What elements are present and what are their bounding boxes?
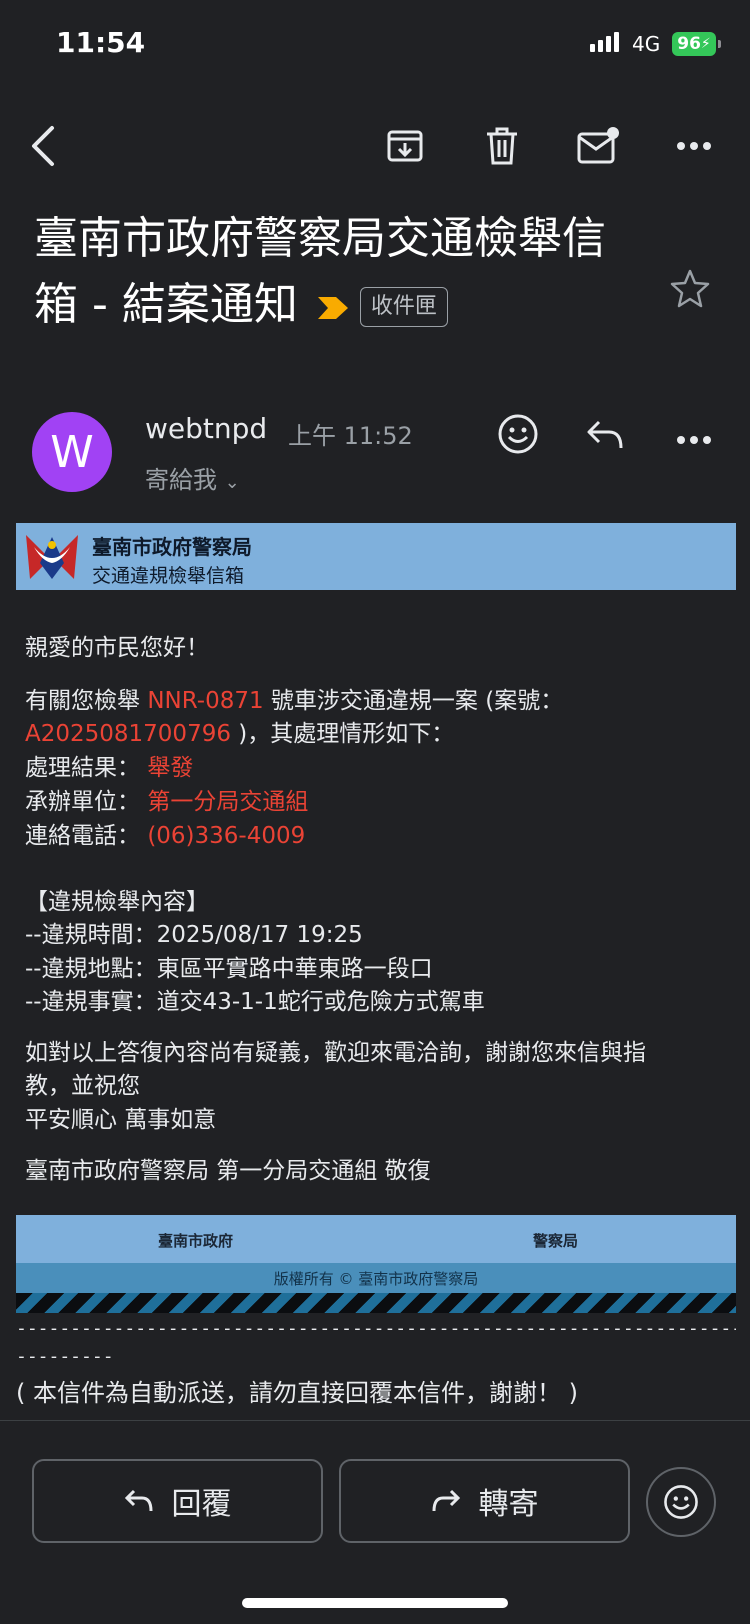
email-subject: 臺南市政府警察局交通檢舉信箱 - 結案通知 收件匣	[34, 206, 634, 340]
closing-line-2: 教，並祝您	[25, 1073, 140, 1099]
archive-icon	[387, 130, 423, 162]
react-emoji-button[interactable]	[646, 1467, 716, 1537]
section-title: 【違規檢舉內容】	[25, 889, 209, 915]
status-time: 11:54	[56, 26, 146, 59]
mark-unread-button[interactable]	[570, 118, 626, 174]
sent-time: 上午 11:52	[288, 422, 413, 450]
separator-line-1: ----------------------------------------…	[16, 1318, 736, 1339]
charging-bolt-icon: ⚡	[700, 36, 711, 52]
greeting: 親愛的市民您好！	[25, 635, 209, 661]
email-header-banner: 臺南市政府警察局 交通違規檢舉信箱	[16, 523, 736, 590]
back-button[interactable]	[16, 118, 72, 174]
intro-post: )，其處理情形如下：	[230, 721, 455, 747]
banner-subtitle: 交通違規檢舉信箱	[92, 565, 245, 587]
forward-icon	[432, 1489, 460, 1512]
important-marker-icon[interactable]	[316, 274, 350, 340]
footer-stripe	[16, 1293, 736, 1313]
violation-place: --違規地點：東區平實路中華東路一段口	[25, 956, 433, 982]
battery-level: 96	[677, 34, 701, 54]
intro-line-2: A2025081700796 )，其處理情形如下：	[25, 714, 454, 748]
more-options-button[interactable]	[666, 118, 722, 174]
delete-button[interactable]	[474, 118, 530, 174]
reply-icon-button[interactable]	[585, 418, 625, 456]
sender-name[interactable]: webtnpd	[145, 412, 267, 445]
forward-label: 轉寄	[478, 1487, 539, 1522]
police-emblem-logo	[26, 535, 78, 579]
home-indicator[interactable]	[242, 1598, 508, 1608]
result-label: 處理結果：	[25, 755, 140, 781]
closing-line-1: 如對以上答復內容尚有疑義，歡迎來電洽詢，謝謝您來信與指	[25, 1040, 646, 1066]
footer-copyright: 版權所有 © 臺南市政府警察局	[16, 1263, 736, 1293]
result-row: 處理結果： 舉發	[25, 748, 193, 782]
unit-row: 承辦單位： 第一分局交通組	[25, 782, 308, 816]
star-icon	[670, 269, 710, 308]
chevron-down-icon: ⌄	[224, 472, 240, 493]
more-horizontal-icon	[677, 436, 711, 444]
inbox-label-chip[interactable]: 收件匣	[359, 287, 448, 327]
footer-right-text: 警察局	[533, 1232, 579, 1250]
violation-time: --違規時間：2025/08/17 19:25	[25, 922, 363, 948]
violation-fact: --違規事實：道交43-1-1蛇行或危險方式駕車	[25, 989, 485, 1015]
recipient-label: 寄給我	[145, 466, 217, 494]
reply-icon	[124, 1489, 152, 1512]
result-value: 舉發	[147, 755, 194, 781]
reply-label: 回覆	[171, 1487, 232, 1522]
emoji-icon	[664, 1485, 698, 1519]
signature: 臺南市政府警察局 第一分局交通組 敬復	[25, 1158, 431, 1184]
star-button[interactable]	[670, 268, 710, 312]
footer-banner: 臺南市政府 警察局	[16, 1215, 736, 1263]
intro-pre: 有關您檢舉	[25, 688, 148, 714]
bottom-divider	[0, 1420, 750, 1421]
phone-label: 連絡電話：	[25, 823, 140, 849]
cellular-signal-icon	[590, 32, 619, 52]
emoji-icon	[498, 414, 538, 454]
phone-link[interactable]: (06)336-4009	[147, 823, 305, 849]
message-more-button[interactable]	[676, 430, 712, 449]
add-reaction-button[interactable]	[496, 412, 540, 460]
more-horizontal-icon	[677, 142, 711, 150]
license-plate: NNR-0871	[147, 688, 264, 714]
reply-button[interactable]: 回覆	[32, 1459, 323, 1543]
trash-icon	[487, 127, 517, 165]
separator-line-2: ---------	[16, 1346, 114, 1367]
intro-line-1: 有關您檢舉 NNR-0871 號車涉交通違規一案 (案號：	[25, 681, 563, 715]
sender-avatar[interactable]: W	[32, 412, 112, 492]
banner-org-name: 臺南市政府警察局	[92, 535, 252, 559]
forward-button[interactable]: 轉寄	[339, 1459, 630, 1543]
unit-value: 第一分局交通組	[147, 789, 309, 815]
auto-send-notice: ( 本信件為自動派送，請勿直接回覆本信件，謝謝！ )	[16, 1379, 578, 1407]
archive-button[interactable]	[377, 118, 433, 174]
intro-mid: 號車涉交通違規一案 (案號：	[263, 688, 564, 714]
footer-left-text: 臺南市政府	[158, 1232, 234, 1250]
phone-row: 連絡電話： (06)336-4009	[25, 816, 305, 850]
reply-icon	[587, 420, 623, 449]
case-number: A2025081700796	[25, 721, 231, 747]
mail-unread-icon	[577, 127, 619, 164]
recipient-details-toggle[interactable]: 寄給我 ⌄	[145, 460, 240, 495]
unit-label: 承辦單位：	[25, 789, 140, 815]
closing-line-3: 平安順心 萬事如意	[25, 1107, 217, 1133]
back-arrow-icon	[32, 126, 54, 166]
battery-indicator: 96 ⚡	[672, 32, 721, 56]
network-type: 4G	[632, 32, 661, 56]
